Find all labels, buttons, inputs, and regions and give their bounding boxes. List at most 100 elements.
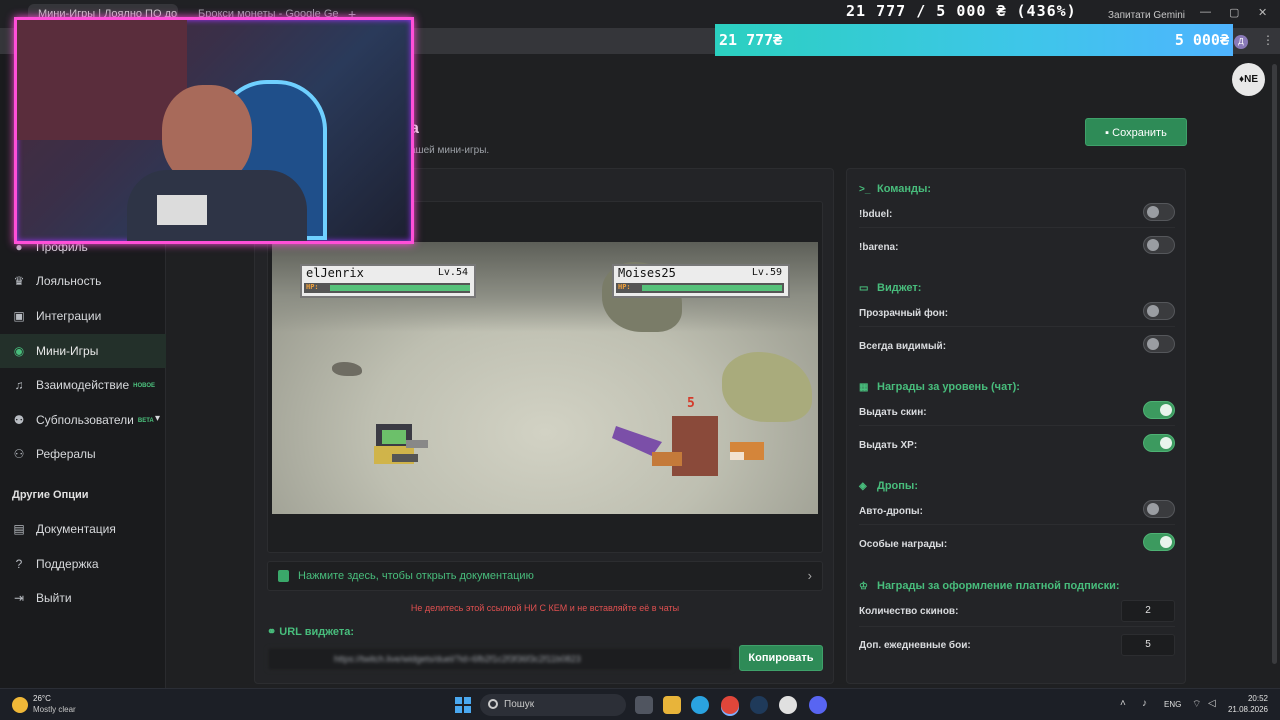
toggle-barena[interactable]	[1143, 236, 1175, 254]
row-label: Прозрачный фон:	[859, 308, 949, 319]
help-icon: ?	[15, 557, 23, 571]
monitor-icon: ▭	[859, 283, 869, 294]
sidebar-item-docs[interactable]: ▤ Документация	[0, 512, 166, 546]
player1-hp-tag: HP:	[306, 283, 319, 291]
webcam-microphone	[157, 195, 207, 225]
toggle-special-rewards[interactable]	[1143, 533, 1175, 551]
sidebar-item-subusers[interactable]: ⚉ Субпользователи BETA ▾	[0, 403, 166, 437]
toggle-knob	[1147, 338, 1159, 350]
toggle-bduel[interactable]	[1143, 203, 1175, 221]
game-preview: elJenrix Lv.54 HP: Moises25 Lv.59 HP: 5	[272, 242, 818, 514]
sidebar-section-title: Другие Опции	[12, 489, 89, 501]
daily-battles-input[interactable]: 5	[1121, 634, 1175, 656]
page-subtitle: ашей мини-игры.	[410, 145, 490, 156]
sidebar-item-label: Рефералы	[36, 447, 96, 461]
telegram-icon[interactable]	[691, 696, 709, 714]
row-label: Особые награды:	[859, 539, 948, 550]
browser-menu-icon[interactable]: ⋮	[1262, 33, 1274, 47]
section-title: Команды:	[877, 183, 932, 195]
sidebar-item-label: Мини-Игры	[36, 344, 99, 358]
url-input[interactable]: https://twitch.live/widgets/duel/?id=6fb…	[267, 647, 733, 671]
sidebar-item-integrations[interactable]: ▣ Интеграции	[0, 299, 166, 333]
gift-icon: ▦	[859, 382, 869, 393]
clock-date[interactable]: 21.08.2026	[1222, 705, 1268, 714]
steam-icon[interactable]	[750, 696, 768, 714]
weather-temp: 26°C	[33, 694, 51, 703]
section-drops: ◈ Дропы:	[859, 480, 918, 492]
row-label: Выдать XP:	[859, 440, 918, 451]
widget-preview: elJenrix Lv.54 HP: Moises25 Lv.59 HP: 5	[267, 201, 823, 553]
toggle-give-skin[interactable]	[1143, 401, 1175, 419]
player2-hp-bar: HP:	[616, 283, 784, 293]
row-label: !bduel:	[859, 209, 893, 220]
toggle-knob	[1160, 404, 1172, 416]
link-icon: ⚭	[267, 626, 277, 638]
row-label: Доп. ежедневные бои:	[859, 640, 971, 651]
chrome-icon[interactable]	[721, 696, 739, 714]
chevron-down-icon: ▾	[154, 413, 160, 424]
section-title: Награды за уровень (чат):	[877, 381, 1020, 393]
row-label: Авто-дропы:	[859, 506, 923, 517]
book-icon	[278, 570, 289, 582]
gamepad-icon: ◉	[13, 344, 25, 358]
sidebar-item-logout[interactable]: ⇥ Выйти	[0, 581, 166, 615]
sidebar-item-label: Субпользователи	[36, 413, 134, 427]
donation-target: 5 000₴	[1174, 31, 1229, 49]
user-avatar[interactable]: ♦NE	[1232, 63, 1265, 96]
player1-hp-bar: HP:	[304, 283, 470, 293]
section-title: Виджет:	[877, 282, 922, 294]
skins-count-input[interactable]: 2	[1121, 600, 1175, 622]
task-view-icon[interactable]	[635, 696, 653, 714]
player2-sprite	[612, 416, 764, 476]
sidebar-item-loyalty[interactable]: ♛ Лояльность	[0, 264, 166, 298]
save-button[interactable]: ▪ Сохранить	[1085, 118, 1187, 146]
player2-level: Lv.59	[751, 267, 782, 278]
integrations-icon: ▣	[13, 309, 25, 323]
volume-icon[interactable]: ◁	[1208, 698, 1216, 709]
language-indicator[interactable]: ENG	[1164, 700, 1181, 709]
player1-sprite	[374, 424, 428, 464]
clock-time[interactable]: 20:52	[1232, 694, 1268, 703]
row-label: Количество скинов:	[859, 606, 959, 617]
toggle-give-xp[interactable]	[1143, 434, 1175, 452]
new-badge: НОВОЕ	[133, 383, 156, 389]
sidebar-item-support[interactable]: ? Поддержка	[0, 547, 166, 581]
row-label: Выдать скин:	[859, 407, 927, 418]
copy-button[interactable]: Копировать	[739, 645, 823, 671]
sidebar-item-interaction[interactable]: ♫ Взаимодействие НОВОЕ	[0, 368, 166, 402]
sidebar-item-referrals[interactable]: ⚇ Рефералы	[0, 437, 166, 471]
sidebar-item-label: Поддержка	[36, 557, 99, 571]
file-explorer-icon[interactable]	[663, 696, 681, 714]
microphone-icon[interactable]: ♪	[1142, 698, 1147, 709]
minimize-icon[interactable]: —	[1200, 6, 1211, 18]
discord-icon[interactable]	[809, 696, 827, 714]
profile-avatar[interactable]: Д	[1234, 35, 1248, 49]
maximize-icon[interactable]: ▢	[1229, 6, 1239, 19]
weather-icon[interactable]	[12, 697, 28, 713]
save-icon: ▪	[1105, 127, 1110, 139]
sidebar-item-minigames[interactable]: ◉ Мини-Игры	[0, 334, 166, 368]
section-sub-rewards: ♔ Награды за оформление платной подписки:	[859, 580, 1120, 592]
windows-start-icon[interactable]	[455, 697, 471, 713]
crown-icon: ♔	[859, 581, 868, 592]
taskbar: 26°C Mostly clear Пошук ˄ ♪ ENG ⌔ ◁ 20:5…	[0, 688, 1280, 720]
sidebar-item-label: Интеграции	[36, 309, 102, 323]
chevron-up-icon[interactable]: ˄	[1120, 698, 1126, 709]
toggle-always-visible[interactable]	[1143, 335, 1175, 353]
obs-icon[interactable]	[779, 696, 797, 714]
toggle-transparent-bg[interactable]	[1143, 302, 1175, 320]
taskbar-search[interactable]: Пошук	[480, 694, 626, 716]
docs-link[interactable]: Нажмите здесь, чтобы открыть документаци…	[267, 561, 823, 591]
close-icon[interactable]: ✕	[1258, 6, 1267, 19]
page-scrollbar[interactable]	[1272, 64, 1277, 664]
settings-card: >_ Команды: !bduel: !barena: ▭ Виджет: Про…	[846, 168, 1186, 684]
toggle-auto-drops[interactable]	[1143, 500, 1175, 518]
player2-hp-fill	[642, 285, 782, 291]
section-commands: >_ Команды:	[859, 183, 931, 195]
url-label: ⚭ URL виджета:	[267, 625, 354, 638]
row-label: Всегда видимый:	[859, 341, 947, 352]
sidebar-item-label: Взаимодействие	[36, 378, 130, 392]
logout-icon: ⇥	[13, 591, 25, 605]
beta-badge: BETA	[137, 418, 154, 424]
wifi-icon[interactable]: ⌔	[1192, 698, 1201, 711]
